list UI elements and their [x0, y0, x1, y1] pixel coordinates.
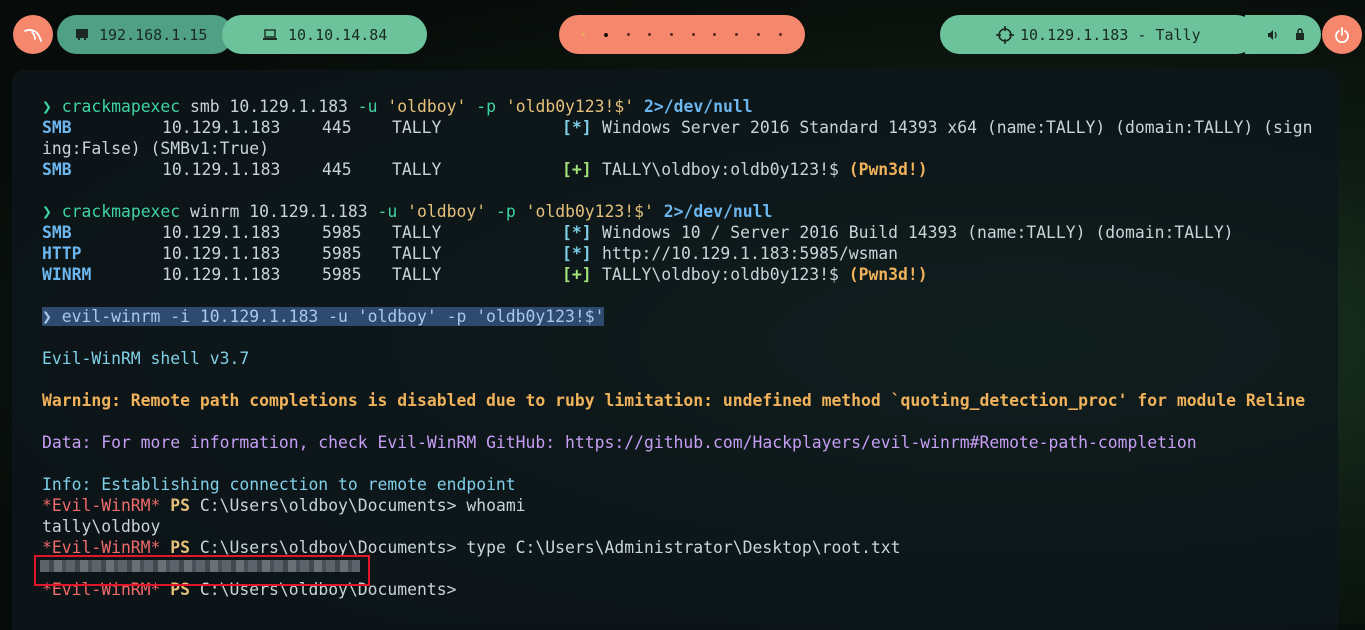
laptop-icon: [263, 28, 277, 40]
volume-icon[interactable]: [1267, 29, 1279, 41]
terminal-line: HTTP 10.129.1.183 5985 TALLY [*] http://10.12…: [42, 244, 899, 263]
workspace-2[interactable]: [604, 32, 609, 37]
terminal-line: WINRM 10.129.1.183 5985 TALLY [+] TALLY\oldbo…: [42, 265, 928, 284]
workspace-switcher[interactable]: [559, 15, 805, 54]
power-button[interactable]: [1322, 15, 1362, 54]
network-icon: [76, 29, 88, 40]
terminal-line: ing:False) (SMBv1:True): [42, 139, 269, 158]
workspace-3[interactable]: [626, 33, 630, 36]
target-text: 10.129.1.183 - Tally: [1020, 25, 1201, 44]
highlight-box: [34, 555, 370, 586]
workspace-9[interactable]: [756, 33, 760, 36]
terminal-line: SMB 10.129.1.183 445 TALLY [+] TALLY\oldboy:o…: [42, 160, 928, 179]
workspace-5[interactable]: [670, 33, 674, 36]
vpn-ip-widget[interactable]: 10.10.14.84: [222, 15, 427, 54]
vpn-ip-text: 10.10.14.84: [288, 25, 388, 44]
terminal-line: tally\oldboy: [42, 517, 161, 536]
lock-icon[interactable]: [1295, 28, 1305, 41]
terminal-line: Evil-WinRM shell v3.7: [42, 349, 250, 368]
workspace-8[interactable]: [735, 33, 739, 36]
local-ip-widget[interactable]: 192.168.1.15: [57, 15, 233, 54]
workspace-4[interactable]: [648, 33, 652, 36]
terminal-line: ❯ crackmapexec smb 10.129.1.183 -u 'oldb…: [42, 97, 753, 116]
workspace-7[interactable]: [713, 33, 717, 36]
local-ip-text: 192.168.1.15: [99, 25, 208, 44]
kali-dragon-icon: [24, 28, 42, 42]
terminal-line: SMB 10.129.1.183 5985 TALLY [*] Windows 10 / …: [42, 223, 1234, 242]
power-icon: [1335, 26, 1349, 43]
terminal-line: *Evil-WinRM* PS C:\Users\oldboy\Document…: [42, 496, 526, 515]
terminal-line: Info: Establishing connection to remote …: [42, 475, 516, 494]
terminal-line: Data: For more information, check Evil-W…: [42, 433, 1197, 452]
crosshair-icon: [996, 25, 1014, 44]
terminal-line: SMB 10.129.1.183 445 TALLY [*] Windows Server…: [42, 118, 1313, 137]
system-tray: [1245, 15, 1321, 54]
workspace-10[interactable]: [778, 33, 782, 36]
terminal-line: ❯ crackmapexec winrm 10.129.1.183 -u 'ol…: [42, 202, 773, 221]
terminal-line-warning: Warning: Remote path completions is disa…: [42, 391, 1306, 410]
workspace-6[interactable]: [691, 33, 695, 36]
kali-menu-button[interactable]: [13, 15, 53, 54]
target-widget[interactable]: 10.129.1.183 - Tally: [940, 15, 1256, 54]
terminal-line-selected: ❯ evil-winrm -i 10.129.1.183 -u 'oldboy'…: [42, 307, 605, 326]
workspace-1[interactable]: [582, 33, 586, 36]
